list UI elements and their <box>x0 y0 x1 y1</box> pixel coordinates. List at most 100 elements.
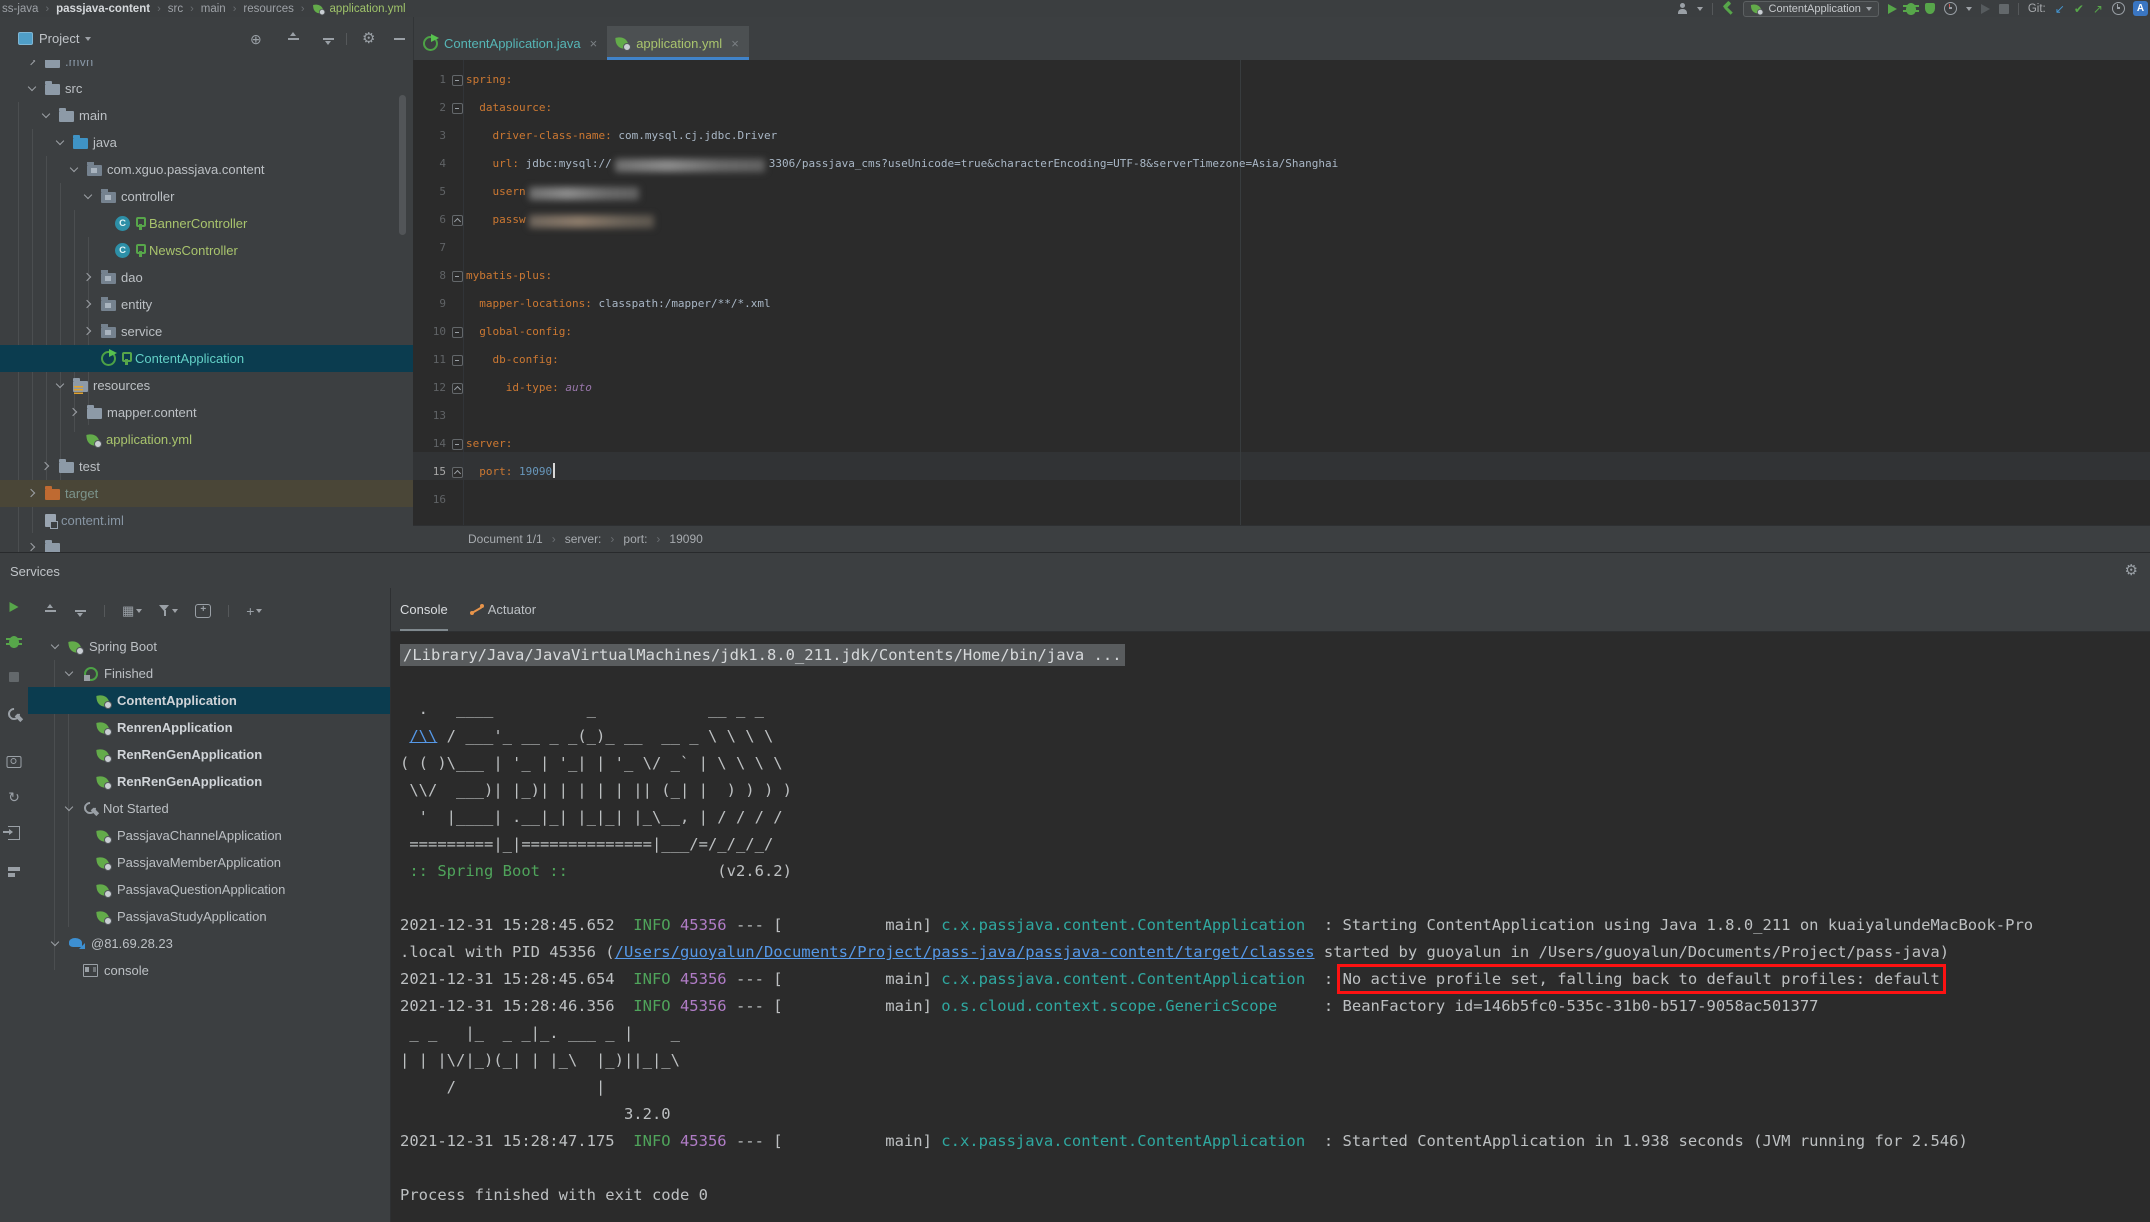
build-hammer-icon[interactable] <box>1722 3 1734 15</box>
service-row[interactable]: @81.69.28.23 <box>28 930 390 957</box>
rerun-button-disabled[interactable] <box>1980 3 1990 14</box>
restart-icon[interactable]: ↻ <box>8 790 20 804</box>
run-configuration-select[interactable]: ContentApplication <box>1742 0 1879 17</box>
chevron-down-icon[interactable] <box>53 378 68 393</box>
profiler-button[interactable] <box>1943 2 1957 15</box>
editor-tab-ContentApplication.java[interactable]: ContentApplication.java × <box>414 26 607 60</box>
fold-close-marker[interactable] <box>452 215 463 226</box>
tree-row[interactable]: ContentApplication <box>0 345 413 372</box>
service-row[interactable]: RenRenGenApplication <box>28 741 390 768</box>
wrench-icon[interactable] <box>7 708 21 722</box>
expand-all-button[interactable] <box>44 604 57 617</box>
service-row[interactable]: PassjavaChannelApplication <box>28 822 390 849</box>
thread-dump-camera-icon[interactable] <box>6 756 22 768</box>
breadcrumb-item[interactable]: application.yml <box>312 2 406 16</box>
fold-open-marker[interactable] <box>452 327 463 338</box>
run-service-button[interactable] <box>9 602 19 612</box>
tree-row[interactable]: test <box>0 453 413 480</box>
chevron-down-icon[interactable] <box>81 189 96 204</box>
fold-open-marker[interactable] <box>452 75 463 86</box>
console-link[interactable]: /Users/guoyalun/Documents/Project/pass-j… <box>615 943 1315 961</box>
service-row[interactable]: Not Started <box>28 795 390 822</box>
console-tab-Console[interactable]: Console <box>400 588 448 631</box>
editor-breadcrumb-item[interactable]: Document 1/1 <box>468 532 543 546</box>
tree-row[interactable]: java <box>0 129 413 156</box>
breadcrumb[interactable]: ss-java › passjava-content › src › main › resour… <box>0 2 406 16</box>
tree-row[interactable]: .mvn <box>0 60 413 75</box>
add-service-button[interactable]: + <box>246 604 263 618</box>
collapse-all-button[interactable] <box>74 604 87 617</box>
service-row[interactable]: Spring Boot <box>28 633 390 660</box>
service-row[interactable]: RenRenGenApplication <box>28 768 390 795</box>
tree-row[interactable]: main <box>0 102 413 129</box>
chevron-down-icon[interactable] <box>25 81 40 96</box>
chevron-right-icon[interactable] <box>81 270 96 285</box>
editor-breadcrumb-item[interactable]: port: <box>623 532 647 546</box>
chevron-down-icon[interactable] <box>62 801 77 816</box>
tree-row[interactable]: C BannerController <box>0 210 413 237</box>
breadcrumb-item[interactable]: resources <box>243 3 294 15</box>
chevron-down-icon[interactable] <box>39 108 54 123</box>
close-icon[interactable]: × <box>731 36 739 51</box>
tree-row[interactable]: src <box>0 75 413 102</box>
chevron-down-icon[interactable] <box>48 639 63 654</box>
service-row[interactable]: console <box>28 957 390 984</box>
tree-row[interactable]: resources <box>0 372 413 399</box>
detach-icon[interactable] <box>3 826 20 840</box>
git-push-icon[interactable]: ↗ <box>2093 3 2103 15</box>
run-with-coverage-button[interactable] <box>1924 3 1935 14</box>
console-tab-Actuator[interactable]: Actuator <box>469 588 536 631</box>
breadcrumb-item[interactable]: src <box>168 3 183 15</box>
chevron-down-icon[interactable] <box>1965 6 1972 11</box>
chevron-right-icon[interactable] <box>25 60 40 69</box>
fold-open-marker[interactable] <box>452 439 463 450</box>
tree-row[interactable]: mapper.content <box>0 399 413 426</box>
group-by-button[interactable]: ▦ <box>122 604 143 617</box>
chevron-down-icon[interactable] <box>1696 6 1703 11</box>
chevron-down-icon[interactable] <box>48 936 63 951</box>
chevron-right-icon[interactable] <box>81 324 96 339</box>
git-update-icon[interactable]: ↙ <box>2055 3 2065 15</box>
chevron-right-icon[interactable] <box>25 486 40 501</box>
translate-icon[interactable]: A <box>2133 1 2148 16</box>
service-row[interactable]: RenrenApplication <box>28 714 390 741</box>
editor-tab-application.yml[interactable]: application.yml × <box>607 26 749 60</box>
chevron-right-icon[interactable] <box>81 297 96 312</box>
service-row[interactable]: ContentApplication <box>28 687 390 714</box>
breadcrumb-item[interactable]: ss-java <box>2 3 38 15</box>
stop-service-button[interactable] <box>9 672 19 682</box>
tree-row[interactable]: controller <box>0 183 413 210</box>
breadcrumb-item[interactable]: main <box>201 3 226 15</box>
service-row[interactable]: PassjavaMemberApplication <box>28 849 390 876</box>
editor-breadcrumb-item[interactable]: server: <box>565 532 602 546</box>
console-output[interactable]: /Library/Java/JavaVirtualMachines/jdk1.8… <box>400 642 2033 1209</box>
editor[interactable]: 1 2 3 4 5 6 7 8 9 10 11 12 13 14 15 16 spring: datasour… <box>413 60 2150 525</box>
chevron-right-icon[interactable] <box>39 459 54 474</box>
stop-button[interactable] <box>1998 3 2009 14</box>
code-area[interactable]: spring: datasource: driver-class-name: c… <box>466 66 1338 514</box>
fold-close-marker[interactable] <box>452 467 463 478</box>
editor-breadcrumbs[interactable]: Document 1/1 › server: › port: › 19090 <box>413 525 2150 552</box>
git-commit-icon[interactable]: ✔ <box>2074 3 2084 15</box>
chevron-right-icon[interactable] <box>25 540 40 552</box>
fold-open-marker[interactable] <box>452 103 463 114</box>
tree-row[interactable]: entity <box>0 291 413 318</box>
tree-row[interactable] <box>0 534 413 552</box>
editor-breadcrumb-item[interactable]: 19090 <box>669 532 702 546</box>
fold-open-marker[interactable] <box>452 271 463 282</box>
chevron-down-icon[interactable] <box>67 162 82 177</box>
chevron-down-icon[interactable] <box>62 666 77 681</box>
add-tab-button[interactable]: + <box>195 603 212 618</box>
services-settings-gear-icon[interactable]: ⚙ <box>2125 561 2138 579</box>
debug-button[interactable] <box>1902 2 1919 15</box>
tree-row[interactable]: target <box>0 480 413 507</box>
scrollbar[interactable] <box>399 95 406 235</box>
gear-icon[interactable]: ⚙ <box>362 31 375 46</box>
filter-button[interactable] <box>159 605 179 616</box>
tree-row[interactable]: C NewsController <box>0 237 413 264</box>
project-view-selector[interactable]: Project <box>0 31 92 46</box>
expand-all-button[interactable] <box>287 32 300 45</box>
tree-row[interactable]: application.yml <box>0 426 413 453</box>
service-row[interactable]: PassjavaQuestionApplication <box>28 876 390 903</box>
locate-file-button[interactable]: ⊕ <box>250 32 262 46</box>
